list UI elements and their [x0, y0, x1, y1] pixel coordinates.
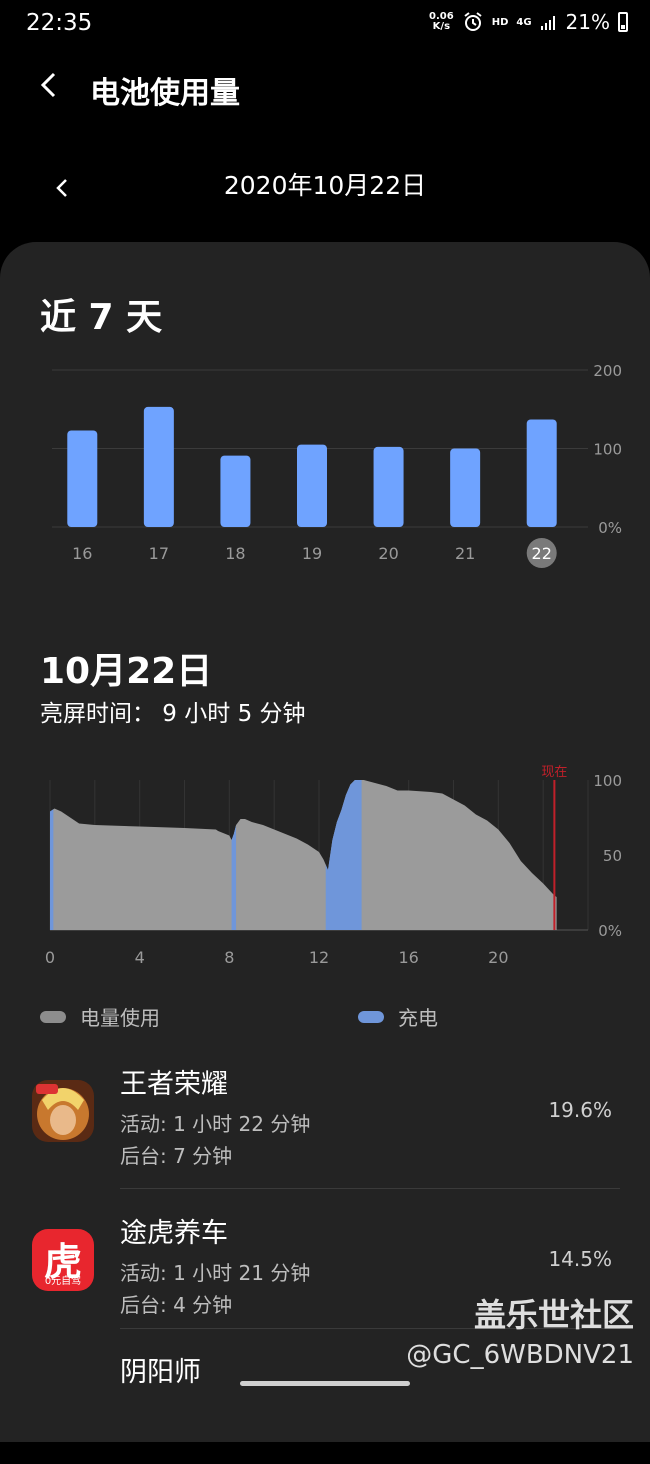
daily-battery-chart: 0% 50 100 现在 0 4 8 12 16 20 — [45, 765, 622, 967]
date-navigator: 2020年10月22日 — [0, 160, 650, 210]
bar-20 — [373, 446, 404, 527]
x-tick-label: 18 — [225, 544, 245, 563]
battery-percent: 21% — [565, 10, 610, 34]
x-tick-label: 20 — [378, 544, 398, 563]
app-usage-item[interactable]: 王者荣耀 活动: 1 小时 22 分钟 后台: 7 分钟 19.6% — [0, 1050, 650, 1180]
weekly-bar-chart: 0% 100 200 16 17 18 19 20 21 22 — [52, 362, 622, 568]
x-tick-label: 12 — [309, 948, 329, 967]
y-tick-label: 100 — [593, 772, 622, 790]
network-speed: 0.06 K/s — [429, 12, 454, 32]
bar-21 — [450, 448, 481, 527]
bar-19 — [297, 444, 327, 527]
x-tick-label: 20 — [488, 948, 508, 967]
x-tick-label: 0 — [45, 948, 55, 967]
signal-icon — [540, 16, 555, 30]
bar-16 — [67, 430, 98, 527]
app-name: 阴阳师 — [120, 1357, 201, 1388]
game-hero-icon — [32, 1080, 94, 1142]
app-usage-percent: 19.6% — [548, 1098, 612, 1122]
x-tick-label: 17 — [149, 544, 169, 563]
x-tick-label: 21 — [455, 544, 475, 563]
status-bar: 22:35 0.06 K/s HD 4G 21% — [0, 0, 650, 50]
screen-time: 亮屏时间： 9 小时 5 分钟 — [40, 701, 306, 727]
x-tick-label: 16 — [398, 948, 418, 967]
battery-icon — [618, 12, 628, 32]
tiger-icon-caption: 0元自驾 — [44, 1276, 82, 1287]
app-background-time: 后台: 7 分钟 — [120, 1144, 233, 1168]
network-type: 4G — [516, 16, 532, 28]
charging-segment — [325, 780, 362, 930]
y-tick-label: 0% — [598, 519, 622, 537]
page-title: 电池使用量 — [90, 76, 240, 111]
watermark-user: @GC_6WBDNV21 — [406, 1340, 634, 1370]
home-indicator[interactable] — [240, 1381, 410, 1386]
alarm-icon — [464, 12, 482, 31]
y-tick-label: 200 — [593, 362, 622, 380]
y-tick-label: 50 — [603, 847, 622, 865]
chart-legend: 电量使用 充电 — [40, 1002, 640, 1032]
bar-17 — [143, 406, 174, 527]
bar-18 — [220, 455, 251, 527]
hd-indicator: HD — [491, 16, 509, 28]
legend-charging-label: 充电 — [398, 1006, 438, 1030]
usage-card: 近 7 天 0% 100 200 16 17 18 19 20 21 22 10月22日 亮屏时间… — [0, 242, 650, 1442]
legend-usage-swatch — [40, 1010, 66, 1023]
back-arrow-icon[interactable] — [34, 70, 64, 100]
legend-usage: 电量使用 — [40, 1002, 160, 1031]
day-title: 10月22日 — [40, 651, 213, 692]
app-active-time: 活动: 1 小时 21 分钟 — [120, 1261, 311, 1285]
status-icons: 0.06 K/s HD 4G 21% — [429, 10, 628, 34]
legend-usage-label: 电量使用 — [80, 1006, 160, 1030]
charging-segment — [231, 780, 237, 930]
app-name: 王者荣耀 — [120, 1069, 228, 1100]
x-tick-label: 16 — [72, 544, 92, 563]
tiger-icon: 虎 0元自驾 — [32, 1229, 94, 1291]
watermark-community: 盖乐世社区 — [473, 1296, 634, 1334]
battery-usage-area — [50, 780, 557, 930]
x-tick-label: 19 — [302, 544, 322, 563]
current-date: 2020年10月22日 — [223, 171, 427, 200]
y-tick-label: 0% — [598, 922, 622, 940]
legend-charging-swatch — [358, 1010, 384, 1023]
legend-charging: 充电 — [358, 1002, 438, 1031]
x-tick-label: 22 — [532, 544, 552, 563]
app-background-time: 后台: 4 分钟 — [120, 1293, 233, 1317]
y-tick-label: 100 — [593, 441, 622, 459]
network-speed-unit: K/s — [432, 21, 451, 32]
now-label: 现在 — [541, 765, 567, 780]
app-header: 电池使用量 — [0, 60, 650, 114]
app-name: 途虎养车 — [120, 1218, 228, 1249]
app-usage-percent: 14.5% — [548, 1247, 612, 1271]
week-title: 近 7 天 — [40, 297, 163, 338]
x-tick-label: 8 — [224, 948, 234, 967]
bar-22 — [526, 419, 557, 527]
status-time: 22:35 — [26, 10, 93, 36]
x-tick-label: 4 — [135, 948, 145, 967]
charging-segment — [50, 780, 54, 930]
divider — [120, 1188, 620, 1189]
app-active-time: 活动: 1 小时 22 分钟 — [120, 1112, 311, 1136]
